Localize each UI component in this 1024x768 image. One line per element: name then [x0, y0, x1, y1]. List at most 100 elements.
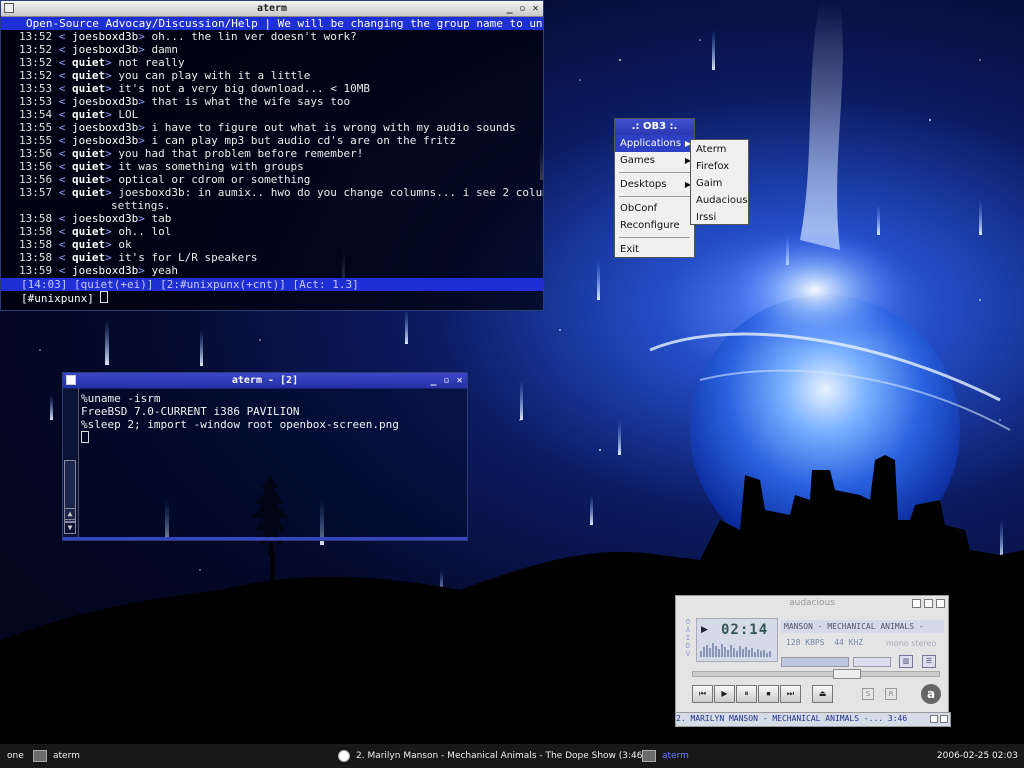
audacious-player[interactable]: audacious O A I D V ▶ 02:14 MANSON - MEC… — [675, 595, 949, 726]
volume-slider[interactable] — [781, 657, 849, 667]
chat-line: 13:52 < quiet> not really — [19, 56, 543, 69]
timestamp: 13:55 — [19, 121, 53, 134]
timestamp: 13:56 — [19, 160, 53, 173]
message-text: joesboxd3b: in aumix.. hwo do you change… — [118, 186, 543, 199]
close-button[interactable]: ✕ — [455, 373, 464, 388]
terminal-output: %uname -isrm FreeBSD 7.0-CURRENT i386 PA… — [81, 392, 399, 444]
playlist-toggle-icon[interactable]: ☰ — [922, 655, 936, 668]
desktop-switcher[interactable]: one — [7, 744, 24, 768]
irssi-statusbar: [14:03] [quiet(+ei)] [2:#unixpunx(+cnt)]… — [1, 278, 543, 291]
playlist-close-button[interactable] — [940, 715, 948, 723]
audacious-icon — [338, 750, 350, 762]
nickname: joesboxd3b — [72, 30, 139, 43]
timestamp: 13:52 — [19, 69, 53, 82]
taskbar: one aterm 2. Marilyn Manson - Mechanical… — [0, 744, 1024, 768]
message-text: that is what the wife says too — [151, 95, 351, 108]
previous-button[interactable]: ⏮ — [692, 685, 713, 703]
menu-item-reconfigure[interactable]: Reconfigure — [615, 217, 694, 234]
playlist-shade-button[interactable] — [930, 715, 938, 723]
window-title: aterm - [2] — [231, 375, 299, 386]
nick-bracket: > — [105, 173, 112, 186]
kbps-value: 128 — [786, 638, 801, 647]
aterm-shell-window[interactable]: aterm - [2] _ ▫ ✕ ▲ ▼ %uname -isrm FreeB… — [62, 372, 468, 541]
aterm-irc-window[interactable]: aterm _ ▫ ✕ Open-Source Advocay/Discussi… — [0, 0, 544, 311]
chat-line: 13:58 < quiet> it's for L/R speakers — [19, 251, 543, 264]
nick-bracket: > — [105, 186, 112, 199]
window-titlebar[interactable]: aterm _ ▫ ✕ — [1, 1, 543, 17]
spectrum-bar — [703, 647, 705, 657]
timestamp: 13:54 — [19, 108, 53, 121]
task-label: aterm — [53, 751, 80, 761]
stop-button[interactable]: ⏹ — [758, 685, 779, 703]
submenu-item-audacious[interactable]: Audacious — [691, 192, 748, 209]
close-button[interactable]: ✕ — [531, 1, 540, 16]
eject-button[interactable]: ⏏ — [812, 685, 833, 703]
applications-submenu[interactable]: Aterm Firefox Gaim Audacious Irssi — [690, 139, 749, 225]
nickname: quiet — [72, 251, 106, 264]
shade-button[interactable] — [924, 599, 933, 608]
pause-button[interactable]: ⏸ — [736, 685, 757, 703]
submenu-item-gaim[interactable]: Gaim — [691, 175, 748, 192]
task-audacious[interactable]: 2. Marilyn Manson - Mechanical Animals -… — [338, 744, 652, 768]
channel-prompt: [#unixpunx] — [21, 292, 94, 305]
chat-log: 13:52 < joesboxd3b> oh... the lin ver do… — [1, 30, 543, 277]
nickname: quiet — [72, 56, 106, 69]
close-button[interactable] — [936, 599, 945, 608]
timestamp: 13:58 — [19, 225, 53, 238]
nick-bracket: < — [58, 43, 66, 56]
menu-item-games[interactable]: Games ▶ — [615, 152, 694, 169]
play-button[interactable]: ▶ — [714, 685, 735, 703]
playlist-shaded[interactable]: 2. MARILYN MANSON - MECHANICAL ANIMALS -… — [675, 712, 951, 727]
seek-bar[interactable] — [692, 669, 940, 679]
player-titlebar[interactable]: audacious — [676, 596, 948, 611]
submenu-item-irssi[interactable]: Irssi — [691, 209, 748, 226]
scroll-down-arrow[interactable]: ▼ — [64, 522, 76, 534]
nick-bracket: < — [58, 134, 66, 147]
irc-input-line[interactable]: [#unixpunx] — [1, 291, 543, 305]
terminal-scrollbar[interactable]: ▲ ▼ — [63, 388, 79, 539]
nick-bracket: < — [58, 212, 66, 225]
nickname: quiet — [72, 160, 106, 173]
repeat-button[interactable]: R — [885, 688, 897, 700]
openbox-root-menu[interactable]: .: OB3 :. Applications ▶ Games ▶ Desktops ▶… — [614, 118, 695, 258]
task-aterm-2[interactable]: aterm — [642, 744, 689, 768]
task-label: 2. Marilyn Manson - Mechanical Animals -… — [356, 751, 653, 761]
window-titlebar[interactable]: aterm - [2] _ ▫ ✕ — [63, 373, 467, 389]
playlist-entry[interactable]: 2. MARILYN MANSON - MECHANICAL ANIMALS -… — [676, 714, 907, 723]
maximize-button[interactable]: ▫ — [442, 373, 451, 388]
seek-thumb[interactable] — [833, 669, 861, 679]
menu-item-applications[interactable]: Applications ▶ — [615, 135, 694, 152]
menu-item-exit[interactable]: Exit — [615, 241, 694, 258]
menu-item-desktops[interactable]: Desktops ▶ — [615, 176, 694, 193]
iconify-button[interactable]: _ — [505, 1, 514, 16]
message-text: it's not a very big download... < 10MB — [118, 82, 371, 95]
time-display[interactable]: ▶ 02:14 — [696, 618, 778, 662]
task-aterm-1[interactable]: aterm — [33, 744, 80, 768]
menu-item-obconf[interactable]: ObConf — [615, 200, 694, 217]
timestamp: 13:52 — [19, 56, 53, 69]
nick-bracket: > — [105, 147, 112, 160]
equalizer-toggle-icon[interactable]: ▥ — [899, 655, 913, 668]
nick-bracket: < — [58, 56, 66, 69]
submenu-item-aterm[interactable]: Aterm — [691, 141, 748, 158]
spectrum-bar — [736, 651, 738, 657]
window-menu-button[interactable] — [66, 375, 76, 385]
nick-bracket: < — [58, 147, 66, 160]
iconify-button[interactable]: _ — [429, 373, 438, 388]
submenu-item-firefox[interactable]: Firefox — [691, 158, 748, 175]
khz-value: 44 — [834, 638, 844, 647]
shuffle-button[interactable]: S — [862, 688, 874, 700]
maximize-button[interactable]: ▫ — [518, 1, 527, 16]
next-button[interactable]: ⏭ — [780, 685, 801, 703]
terminal-input-line[interactable] — [81, 431, 399, 444]
minimize-button[interactable] — [912, 599, 921, 608]
nick-bracket: > — [105, 225, 112, 238]
nickname: joesboxd3b — [72, 121, 139, 134]
audacious-logo[interactable]: a — [921, 684, 941, 704]
message-text: ok — [118, 238, 132, 251]
scroll-up-arrow[interactable]: ▲ — [64, 508, 76, 520]
desktop-name: one — [7, 751, 24, 761]
balance-slider[interactable] — [853, 657, 891, 667]
clutterbar[interactable]: O A I D V — [683, 618, 693, 660]
window-menu-button[interactable] — [4, 3, 14, 13]
